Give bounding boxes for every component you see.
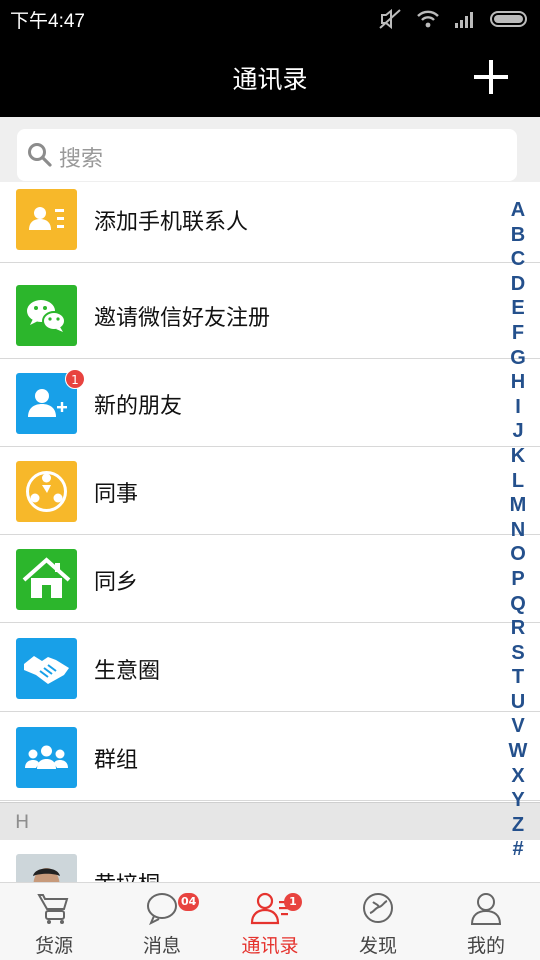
- divider: [0, 800, 540, 801]
- list-item-invite-wechat[interactable]: 邀请微信好友注册: [0, 271, 540, 359]
- page-title: 通讯录: [232, 65, 308, 94]
- wifi-icon: [417, 10, 439, 28]
- list-item-label: 添加手机联系人: [94, 210, 249, 235]
- index-letter-w[interactable]: W: [509, 739, 528, 764]
- index-letter-r[interactable]: R: [511, 616, 525, 641]
- index-letter-d[interactable]: D: [511, 272, 525, 297]
- index-letter-p[interactable]: P: [511, 567, 524, 592]
- index-letter-o[interactable]: O: [510, 542, 526, 567]
- list-item-label: 群组: [94, 748, 139, 773]
- index-letter-m[interactable]: M: [510, 493, 527, 518]
- index-letter-n[interactable]: N: [511, 518, 525, 543]
- tab-contacts[interactable]: 1 通讯录: [216, 883, 324, 960]
- list-item-business-circle[interactable]: 生意圈: [0, 624, 540, 712]
- contacts-icon: [250, 892, 288, 925]
- new-friends-badge: 1: [65, 369, 85, 389]
- signal-icon: [455, 12, 473, 28]
- search-icon: [28, 143, 52, 167]
- tab-messages[interactable]: 04 消息: [108, 883, 216, 960]
- index-letter-l[interactable]: L: [512, 469, 524, 494]
- mute-icon: [379, 8, 401, 30]
- contact-name: 黄培桐: [94, 867, 160, 882]
- list-item-new-friends[interactable]: 1 新的朋友: [0, 359, 540, 447]
- tab-label: 通讯录: [241, 935, 299, 957]
- wechat-icon: [16, 285, 77, 346]
- contacts-badge: 1: [284, 893, 302, 911]
- index-letter-s[interactable]: S: [511, 641, 524, 666]
- index-letter-g[interactable]: G: [510, 346, 526, 371]
- list-item-label: 同事: [94, 482, 139, 507]
- index-letter-f[interactable]: F: [512, 321, 524, 346]
- index-letter-v[interactable]: V: [511, 714, 524, 739]
- index-letter-z[interactable]: Z: [512, 813, 524, 838]
- tab-discover[interactable]: 发现: [324, 883, 432, 960]
- home-icon: [16, 549, 77, 610]
- list-item-label: 邀请微信好友注册: [94, 306, 271, 331]
- index-letter-u[interactable]: U: [511, 690, 525, 715]
- list-item-groups[interactable]: 群组: [0, 713, 540, 801]
- colleagues-icon: [16, 461, 77, 522]
- contact-row[interactable]: 黄培桐: [0, 840, 540, 882]
- contact-card-icon: [16, 189, 77, 250]
- list-item-add-phone-contacts[interactable]: 添加手机联系人: [0, 182, 540, 263]
- section-header: H: [0, 802, 540, 840]
- index-letter-h[interactable]: H: [511, 370, 525, 395]
- search-input[interactable]: 搜索: [17, 129, 517, 181]
- plus-icon: [474, 60, 508, 94]
- bottom-tab-bar: 货源 04 消息 1 通讯录 发现 我的: [0, 882, 540, 960]
- avatar: [16, 854, 77, 882]
- status-icons: [378, 8, 530, 30]
- index-letter-a[interactable]: A: [511, 198, 525, 223]
- tab-supply[interactable]: 货源: [0, 883, 108, 960]
- divider: [0, 622, 540, 623]
- index-letter-y[interactable]: Y: [511, 788, 524, 813]
- index-letter-b[interactable]: B: [511, 223, 525, 248]
- index-letter-t[interactable]: T: [512, 665, 524, 690]
- search-placeholder: 搜索: [59, 147, 104, 172]
- list-item-hometown[interactable]: 同乡: [0, 535, 540, 623]
- app-header: 通讯录: [0, 38, 540, 117]
- status-time: 下午4:47: [10, 11, 85, 32]
- handshake-icon: [16, 638, 77, 699]
- index-letter-q[interactable]: Q: [510, 592, 526, 617]
- list-item-label: 同乡: [94, 570, 139, 595]
- messages-badge: 04: [178, 893, 200, 911]
- index-letter-k[interactable]: K: [511, 444, 525, 469]
- index-letter-hash[interactable]: #: [512, 837, 523, 862]
- group-icon: [16, 727, 77, 788]
- add-button[interactable]: [472, 58, 510, 96]
- index-letter-i[interactable]: I: [515, 395, 521, 420]
- divider: [0, 711, 540, 712]
- profile-icon: [470, 893, 502, 925]
- alphabet-index[interactable]: A B C D E F G H I J K L M N O P Q R S T …: [508, 198, 528, 862]
- divider: [0, 262, 540, 263]
- contacts-list: 添加手机联系人 邀请微信好友注册 1 新的朋友 同事 同乡 生意圈 群组 H: [0, 182, 540, 882]
- tab-label: 发现: [358, 935, 397, 957]
- tab-label: 我的: [466, 935, 505, 957]
- list-item-colleagues[interactable]: 同事: [0, 447, 540, 535]
- section-label: H: [15, 811, 30, 833]
- status-bar: 下午4:47: [0, 0, 540, 38]
- tab-label: 货源: [34, 935, 73, 957]
- list-item-label: 生意圈: [94, 659, 161, 684]
- list-item-label: 新的朋友: [94, 394, 183, 419]
- battery-icon: [490, 11, 527, 27]
- index-letter-e[interactable]: E: [511, 296, 524, 321]
- index-letter-x[interactable]: X: [511, 764, 524, 789]
- index-letter-j[interactable]: J: [512, 419, 523, 444]
- tab-profile[interactable]: 我的: [432, 883, 540, 960]
- tab-label: 消息: [142, 935, 181, 957]
- index-letter-c[interactable]: C: [511, 247, 525, 272]
- chat-bubble-icon: [147, 893, 177, 925]
- discover-icon: [363, 893, 393, 923]
- cart-icon: [37, 894, 69, 924]
